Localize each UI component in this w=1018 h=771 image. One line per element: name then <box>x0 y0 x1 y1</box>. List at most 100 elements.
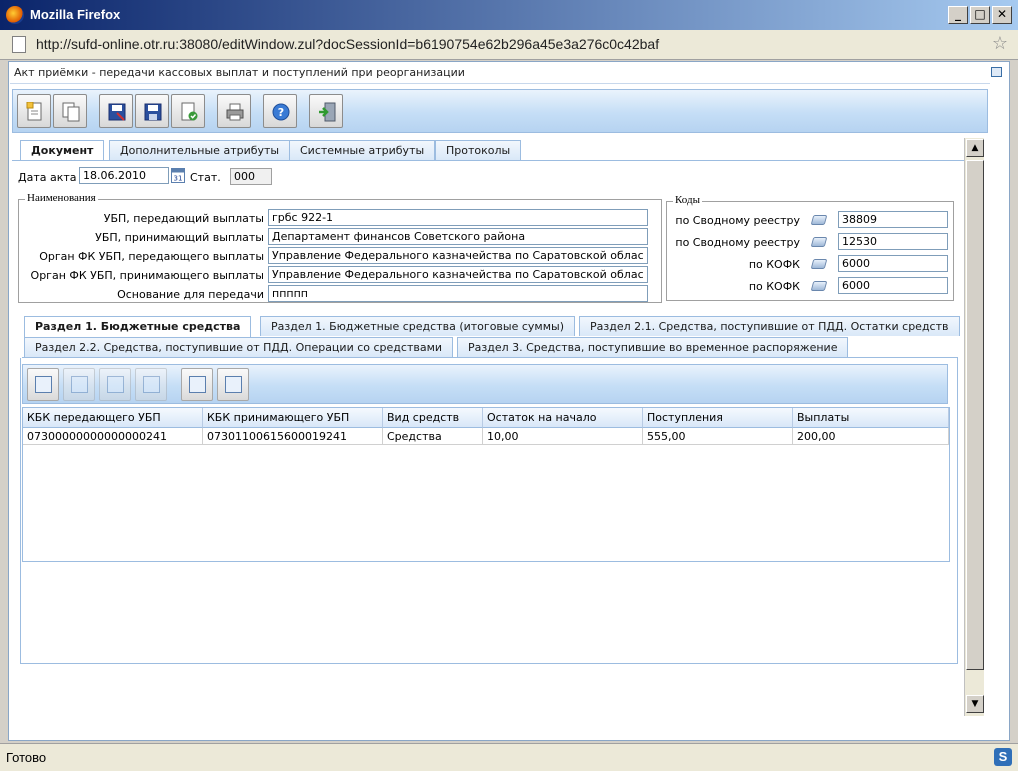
table-row-cell[interactable]: 555,00 <box>643 428 793 445</box>
code-label-2: по Сводному реестру <box>675 236 800 249</box>
tab-section-2-2[interactable]: Раздел 2.2. Средства, поступившие от ПДД… <box>24 337 454 357</box>
copy-row-icon <box>143 376 160 393</box>
table-row-cell[interactable]: 10,00 <box>483 428 643 445</box>
document-title: Акт приёмки - передачи кассовых выплат и… <box>14 66 465 79</box>
date-label: Дата акта <box>18 171 77 184</box>
check-document-button[interactable] <box>171 94 205 128</box>
vertical-scrollbar[interactable]: ▲ ▼ <box>964 138 984 716</box>
tab-document[interactable]: Документ <box>20 140 105 161</box>
grid-header[interactable]: КБК принимающего УБП <box>203 408 383 428</box>
table-row-cell[interactable]: 07300000000000000241 <box>23 428 203 445</box>
delete-row-icon <box>107 376 124 393</box>
basis-label: Основание для передачи <box>117 288 264 301</box>
help-button[interactable]: ? <box>263 94 297 128</box>
grid-settings-icon <box>189 376 206 393</box>
receiver-field[interactable]: Департамент финансов Советского района <box>268 228 648 245</box>
restore-window-icon[interactable] <box>991 67 1002 77</box>
grid-search-icon <box>225 376 242 393</box>
table-row-cell[interactable]: Средства <box>383 428 483 445</box>
firefox-icon <box>6 6 24 24</box>
code-label-3: по КОФК <box>748 258 800 271</box>
lookup-book-icon[interactable] <box>810 281 828 291</box>
sender-label: УБП, передающий выплаты <box>103 212 264 225</box>
receiver-label: УБП, принимающий выплаты <box>95 231 264 244</box>
save-button[interactable] <box>135 94 169 128</box>
grid-header[interactable]: КБК передающего УБП <box>23 408 203 428</box>
table-row-cell[interactable]: 07301100615600019241 <box>203 428 383 445</box>
basis-field[interactable]: ппппп <box>268 285 648 302</box>
sender-field[interactable]: грбс 922-1 <box>268 209 648 226</box>
lookup-book-icon[interactable] <box>810 215 828 225</box>
exit-icon <box>319 102 336 122</box>
grid-header[interactable]: Поступления <box>643 408 793 428</box>
code-field-4[interactable]: 6000 <box>838 277 948 294</box>
delete-row-button[interactable] <box>99 368 131 401</box>
scroll-up-icon[interactable]: ▲ <box>966 139 984 157</box>
copy-document-icon <box>62 102 80 122</box>
grid-header[interactable]: Остаток на начало <box>483 408 643 428</box>
add-row-icon <box>35 376 52 393</box>
add-row-button[interactable] <box>27 368 59 401</box>
scroll-down-icon[interactable]: ▼ <box>966 695 984 713</box>
svg-text:31: 31 <box>174 175 183 183</box>
calendar-icon[interactable]: 31 <box>171 167 185 183</box>
code-field-2[interactable]: 12530 <box>838 233 948 250</box>
names-legend: Наименования <box>25 192 98 204</box>
code-field-3[interactable]: 6000 <box>838 255 948 272</box>
status-s-icon[interactable]: S <box>994 748 1012 766</box>
minimize-button[interactable]: _ <box>948 6 968 24</box>
code-field-1[interactable]: 38809 <box>838 211 948 228</box>
tab-system-attributes[interactable]: Системные атрибуты <box>289 140 436 160</box>
print-icon <box>226 103 244 121</box>
tab-divider <box>12 160 964 161</box>
new-document-button[interactable] <box>17 94 51 128</box>
svg-text:?: ? <box>278 106 284 119</box>
print-button[interactable] <box>217 94 251 128</box>
copy-document-button[interactable] <box>53 94 87 128</box>
main-toolbar: ? <box>12 89 988 133</box>
copy-row-button[interactable] <box>135 368 167 401</box>
tab-protocols[interactable]: Протоколы <box>435 140 522 160</box>
tab-additional-attributes[interactable]: Дополнительные атрибуты <box>109 140 291 160</box>
status-label: Стат. <box>190 171 221 184</box>
save-close-button[interactable] <box>99 94 133 128</box>
grid-search-button[interactable] <box>217 368 249 401</box>
edit-row-button[interactable] <box>63 368 95 401</box>
tab-section-3[interactable]: Раздел 3. Средства, поступившие во време… <box>457 337 849 357</box>
lookup-book-icon[interactable] <box>810 237 828 247</box>
budget-funds-grid: КБК передающего УБП КБК принимающего УБП… <box>22 407 950 562</box>
grid-toolbar <box>22 364 948 404</box>
save-icon <box>144 103 162 121</box>
tab-section-1-totals[interactable]: Раздел 1. Бюджетные средства (итоговые с… <box>260 316 575 336</box>
new-document-icon <box>26 102 42 121</box>
close-button[interactable]: ✕ <box>992 6 1012 24</box>
grid-header[interactable]: Выплаты <box>793 408 949 428</box>
grid-header[interactable]: Вид средств <box>383 408 483 428</box>
table-row-cell[interactable]: 200,00 <box>793 428 949 445</box>
status-text: Готово <box>6 750 47 765</box>
receiver-fk-label: Орган ФК УБП, принимающего выплаты <box>30 269 264 282</box>
document-header: Акт приёмки - передачи кассовых выплат и… <box>10 62 1002 84</box>
edit-row-icon <box>71 376 88 393</box>
code-label-4: по КОФК <box>748 280 800 293</box>
grid-settings-button[interactable] <box>181 368 213 401</box>
status-bar: Готово S <box>0 743 1018 771</box>
url-bar: http://sufd-online.otr.ru:38080/editWind… <box>0 30 1018 60</box>
check-document-icon <box>181 102 198 121</box>
receiver-fk-field[interactable]: Управление Федерального казначейства по … <box>268 266 648 283</box>
code-label-1: по Сводному реестру <box>675 214 800 227</box>
exit-button[interactable] <box>309 94 343 128</box>
date-field[interactable]: 18.06.2010 <box>79 167 169 184</box>
maximize-button[interactable]: □ <box>970 6 990 24</box>
url-text[interactable]: http://sufd-online.otr.ru:38080/editWind… <box>36 36 659 52</box>
tab-section-1[interactable]: Раздел 1. Бюджетные средства <box>24 316 252 337</box>
scroll-thumb[interactable] <box>966 160 984 670</box>
window-titlebar: Mozilla Firefox _ □ ✕ <box>0 0 1018 30</box>
codes-legend: Коды <box>673 194 702 206</box>
window-title: Mozilla Firefox <box>30 7 121 22</box>
sender-fk-field[interactable]: Управление Федерального казначейства по … <box>268 247 648 264</box>
lookup-book-icon[interactable] <box>810 259 828 269</box>
bookmark-star-icon[interactable]: ☆ <box>992 33 1008 54</box>
help-icon: ? <box>272 103 290 121</box>
tab-section-2-1[interactable]: Раздел 2.1. Средства, поступившие от ПДД… <box>579 316 960 336</box>
